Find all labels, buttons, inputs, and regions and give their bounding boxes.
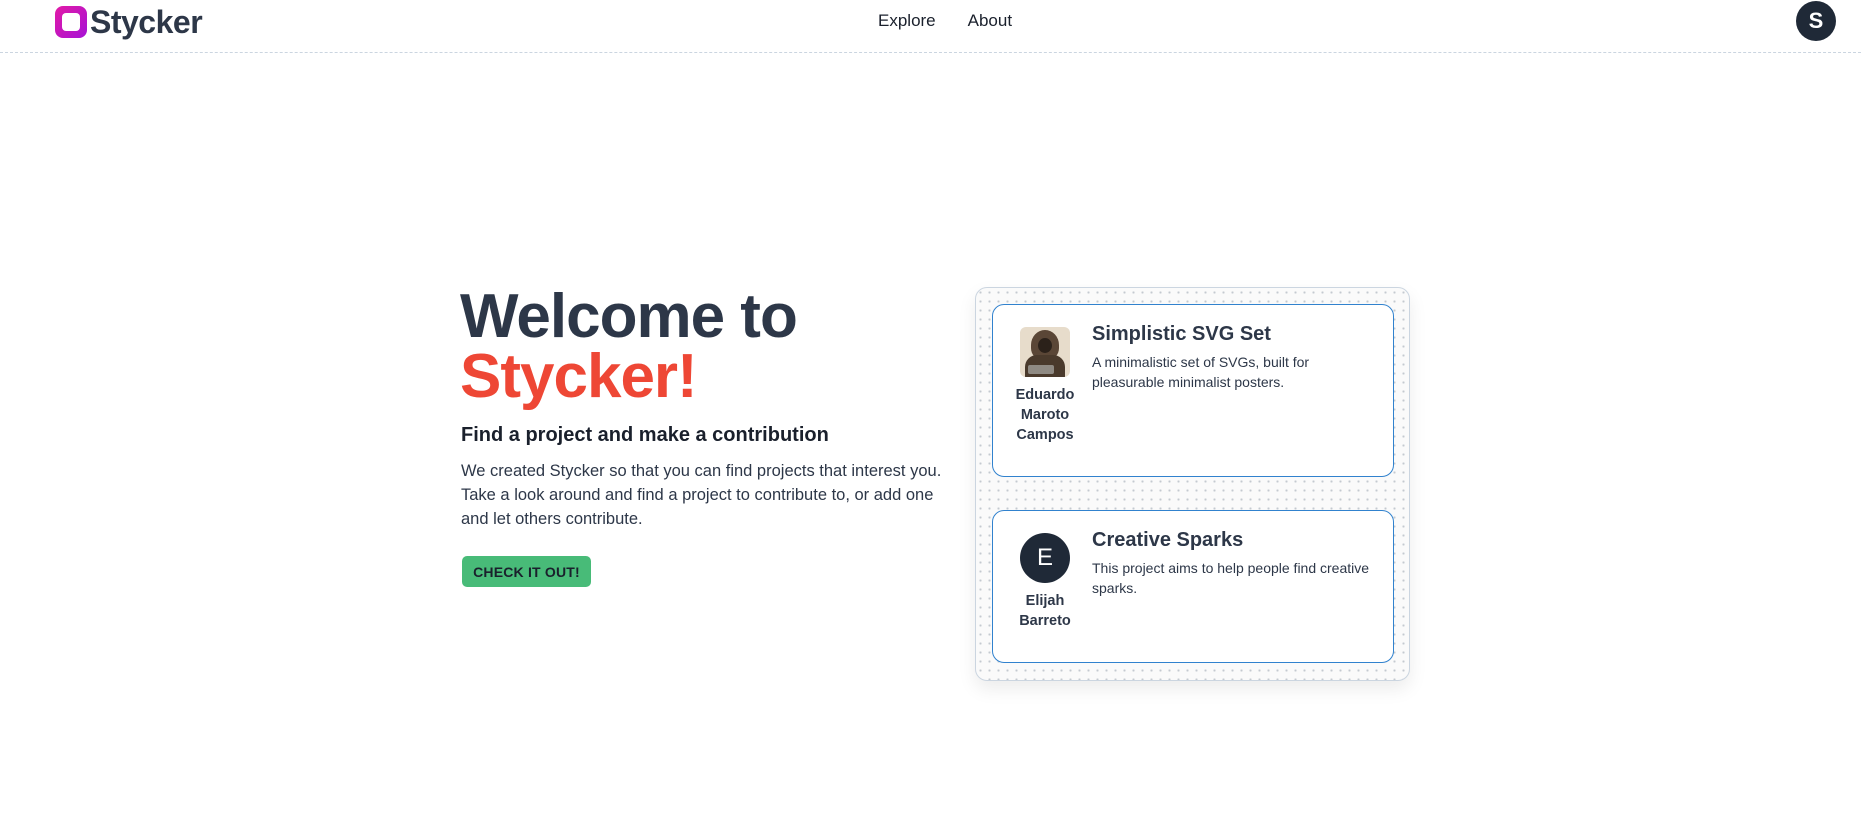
author-name: Eduardo Maroto Campos bbox=[1015, 387, 1075, 443]
project-description: A minimalistic set of SVGs, built for pl… bbox=[1092, 354, 1310, 390]
author-name: Elijah Barreto bbox=[1019, 593, 1071, 629]
project-title[interactable]: Simplistic SVG Set bbox=[1092, 323, 1271, 346]
author-avatar-initial: E bbox=[1020, 533, 1070, 583]
project-description: This project aims to help people find cr… bbox=[1092, 560, 1370, 596]
project-author[interactable]: E Elijah Barreto bbox=[1005, 533, 1085, 631]
brand-logo-link[interactable]: Stycker bbox=[55, 4, 203, 40]
nav-explore-link[interactable]: Explore bbox=[878, 10, 936, 32]
hero-title-line1: Welcome to bbox=[460, 282, 798, 351]
hero-subtitle: Find a project and make a contribution bbox=[461, 424, 829, 446]
hero-title: Welcome to Stycker! bbox=[460, 286, 798, 411]
main-nav: Explore About bbox=[878, 10, 1012, 32]
project-author[interactable]: Eduardo Maroto Campos bbox=[1005, 327, 1085, 445]
brand-name: Stycker bbox=[90, 4, 203, 40]
top-navbar: Stycker Explore About S bbox=[0, 0, 1861, 53]
project-card[interactable]: E Elijah Barreto Creative Sparks This pr… bbox=[992, 510, 1394, 663]
featured-projects-panel: Eduardo Maroto Campos Simplistic SVG Set… bbox=[975, 287, 1410, 681]
user-avatar-button[interactable]: S bbox=[1796, 1, 1836, 41]
hero-description: We created Stycker so that you can find … bbox=[461, 462, 942, 528]
project-card[interactable]: Eduardo Maroto Campos Simplistic SVG Set… bbox=[992, 304, 1394, 477]
nav-about-link[interactable]: About bbox=[968, 10, 1012, 32]
project-title[interactable]: Creative Sparks bbox=[1092, 529, 1243, 552]
author-avatar-photo bbox=[1020, 327, 1070, 377]
stycker-logo-icon bbox=[55, 6, 87, 38]
hero-title-brand: Stycker! bbox=[460, 342, 698, 411]
check-it-out-button[interactable]: CHECK IT OUT! bbox=[462, 556, 591, 587]
